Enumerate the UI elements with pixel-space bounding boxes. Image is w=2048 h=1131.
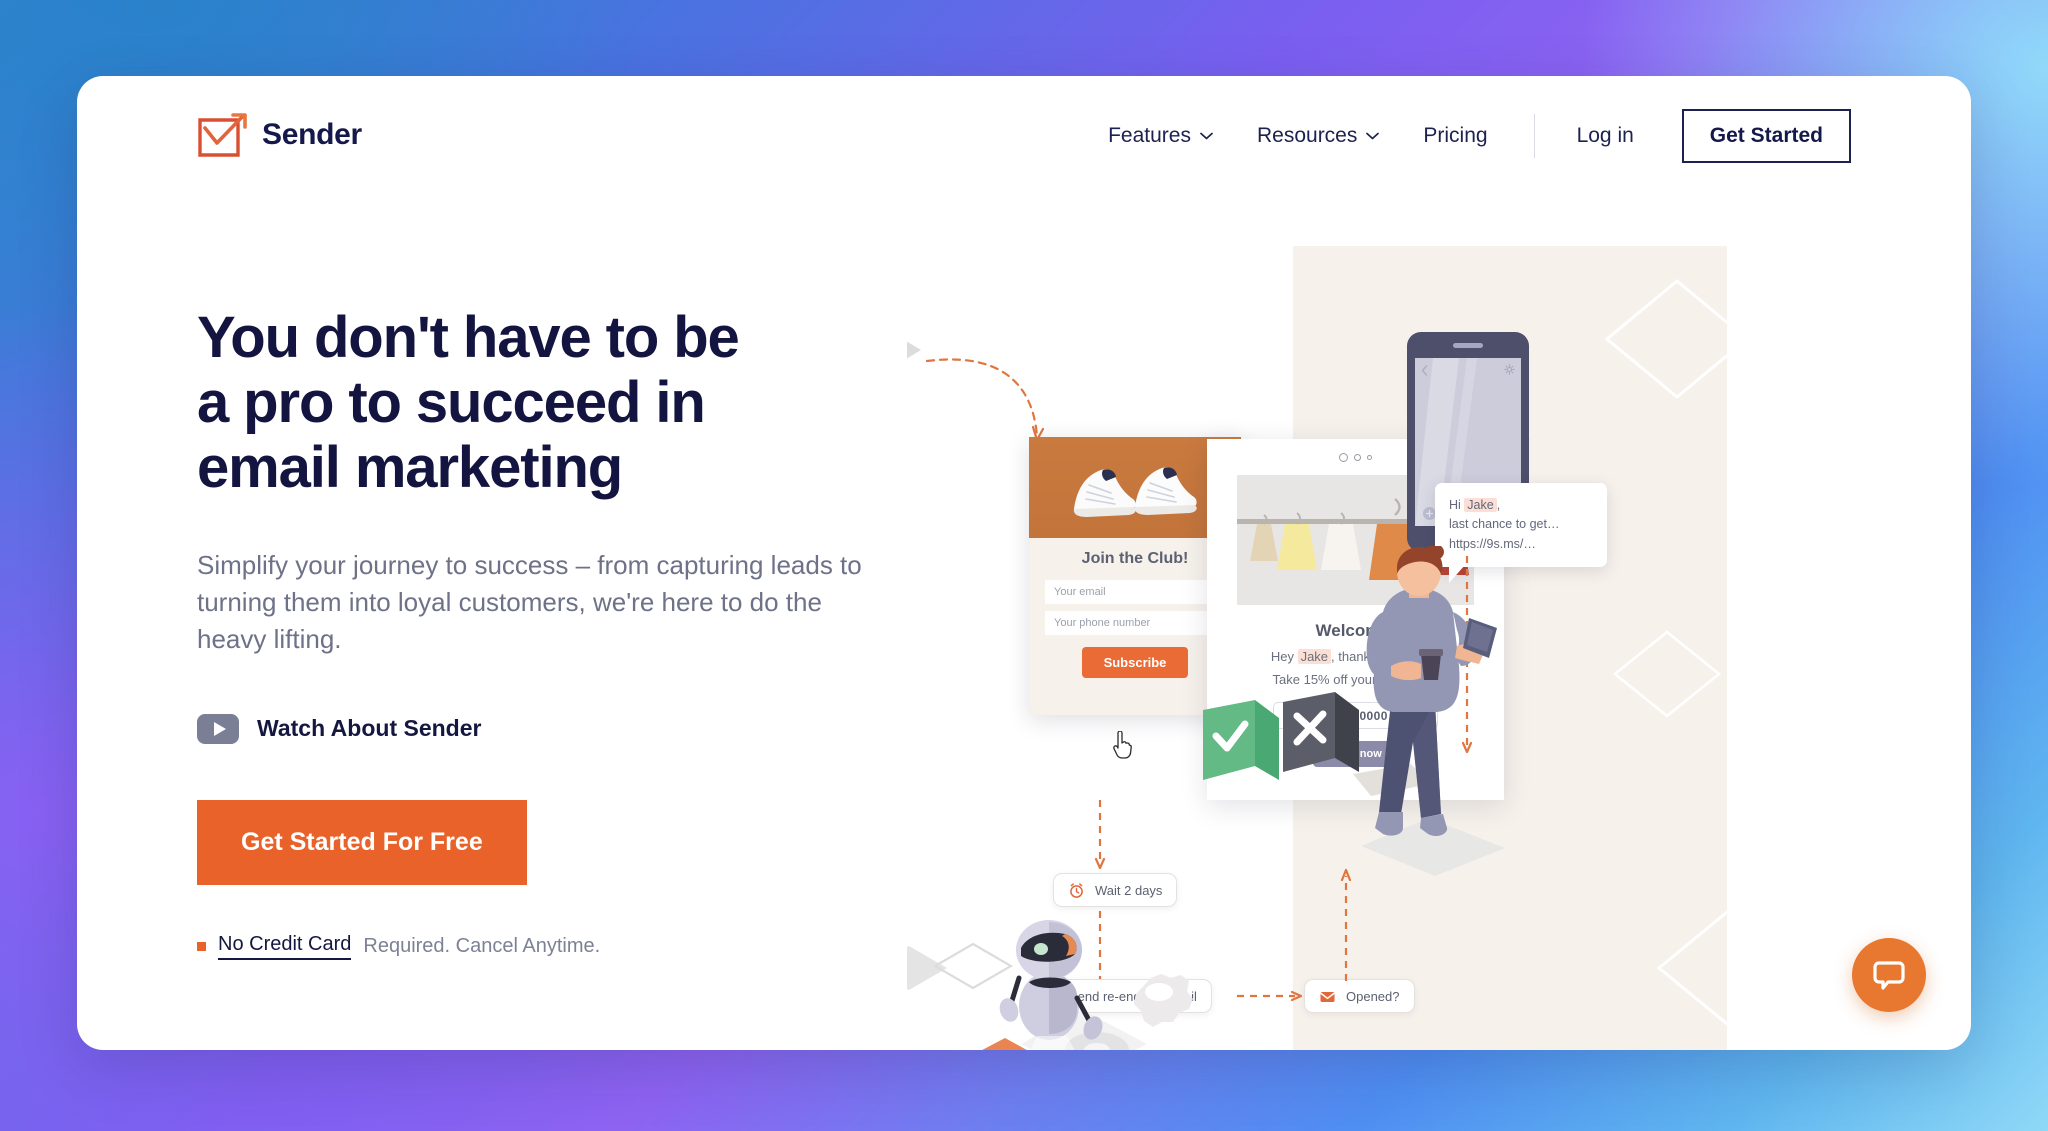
page-title: You don't have to be a pro to succeed in… [197, 305, 917, 501]
hero-subheading: Simplify your journey to success – from … [197, 549, 862, 654]
gear-icon[interactable] [1504, 364, 1515, 375]
pointing-hand-cursor [1113, 731, 1132, 759]
chat-widget-button[interactable] [1852, 938, 1926, 1012]
decorative-diamond-outline [1604, 279, 1750, 399]
note-rest-text: Required. Cancel Anytime. [363, 934, 601, 957]
dashed-connector-vertical [1094, 800, 1106, 870]
sms-line-2: last chance to get… [1449, 517, 1560, 532]
sms-line-1: Hi Jake, [1449, 496, 1593, 515]
hero-illustration: ✕ Join the Club! Your email Your phone n… [907, 76, 1971, 1050]
gear-icon [1134, 974, 1193, 1027]
sms-greeting-prefix: Hi [1449, 498, 1465, 512]
envelope-check-arrow-icon [198, 113, 247, 157]
sms-greeting-suffix: , [1496, 498, 1501, 512]
sms-greeting-name: Jake [1464, 498, 1497, 512]
flow-node-opened-label: Opened? [1346, 988, 1400, 1004]
headline-line-2: a pro to succeed in [197, 369, 706, 435]
flow-node-opened[interactable]: Opened? [1304, 979, 1415, 1013]
headline-line-1: You don't have to be [197, 305, 740, 370]
decorative-diamond-outline [1612, 630, 1722, 718]
popup-subscribe-button[interactable]: Subscribe [1081, 647, 1189, 678]
person-holding-phone-and-coffee [1361, 546, 1505, 876]
hero-content: You don't have to be a pro to succeed in… [197, 305, 917, 960]
browser-page-card: Sender Features Resources Pricing Log in [77, 76, 1971, 1050]
phone-speaker [1453, 343, 1483, 348]
watch-video-link[interactable]: Watch About Sender [197, 713, 482, 744]
headline-line-3: email marketing [197, 434, 623, 500]
get-started-for-free-button[interactable]: Get Started For Free [197, 799, 527, 885]
play-button-icon [197, 713, 239, 744]
popup-title: Join the Club! [1081, 550, 1189, 567]
brand-logo-link[interactable]: Sender [197, 112, 362, 158]
dashed-connector-vertical-up [1340, 868, 1352, 981]
decorative-diamond-outline [1656, 906, 1808, 1030]
popup-phone-input[interactable]: Your phone number [1045, 611, 1225, 635]
envelope-icon [1320, 991, 1335, 1002]
yes-block [1203, 700, 1279, 780]
dashed-connector-horizontal [1237, 990, 1303, 1002]
robot-mascot-with-gears [907, 920, 1193, 1050]
chevron-left-icon[interactable] [1421, 365, 1428, 376]
email-greeting-prefix: Hey [1270, 649, 1298, 664]
no-credit-card-note: No Credit Card Required. Cancel Anytime. [197, 933, 917, 960]
square-bullet-icon [197, 941, 206, 951]
brand-name: Sender [262, 118, 362, 151]
popup-email-input[interactable]: Your email [1045, 580, 1225, 604]
chat-bubble-icon [1873, 961, 1905, 990]
watch-video-label: Watch About Sender [257, 715, 482, 742]
note-strong-text: No Credit Card [218, 933, 352, 960]
